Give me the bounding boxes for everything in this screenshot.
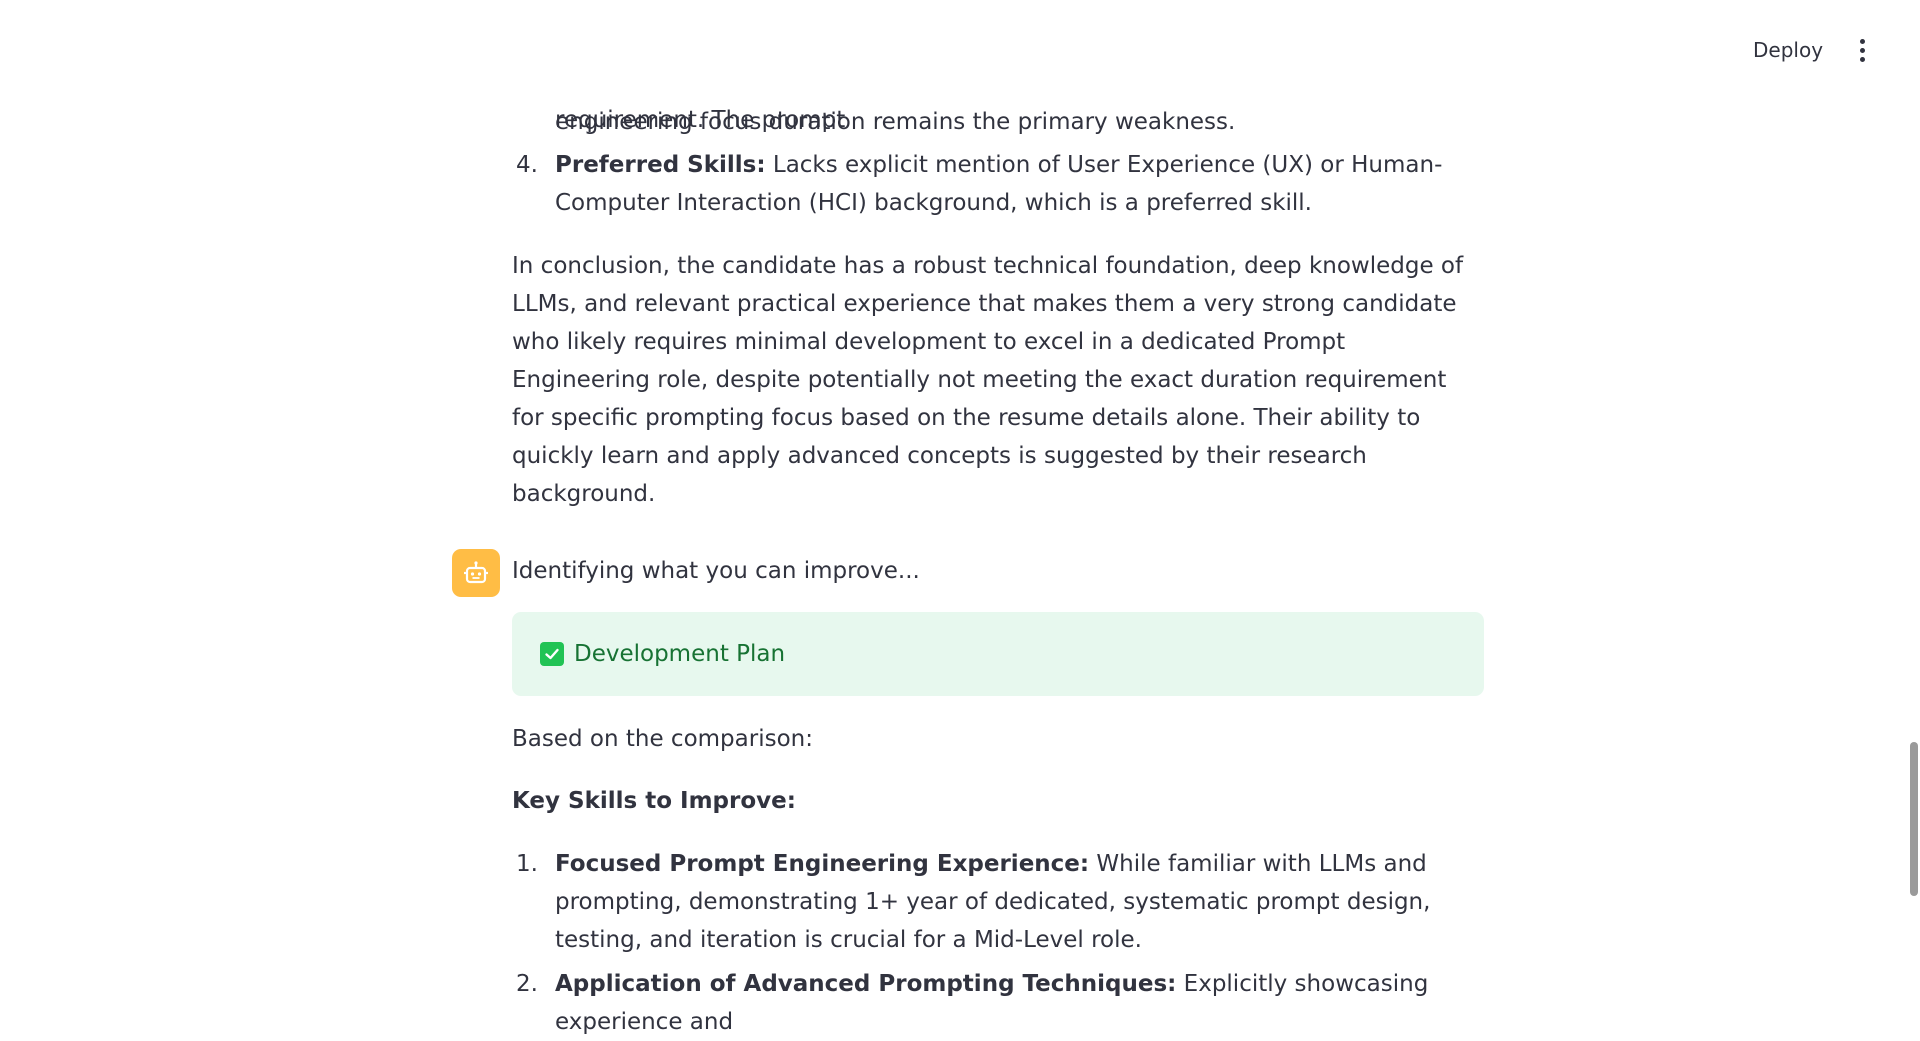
status-message: Identifying what you can improve... — [512, 558, 920, 584]
conclusion-paragraph: In conclusion, the candidate has a robus… — [512, 253, 1464, 507]
list-item-label: Preferred Skills: — [555, 152, 766, 178]
plan-heading: Key Skills to Improve: — [512, 788, 796, 814]
list-number: 2. — [516, 971, 538, 997]
list-item-label: Focused Prompt Engineering Experience: — [555, 851, 1090, 877]
deploy-button[interactable]: Deploy — [1753, 36, 1823, 64]
list-number: 4. — [516, 152, 538, 178]
list-number: 1. — [516, 851, 538, 877]
plan-intro: Based on the comparison: — [512, 726, 813, 752]
check-square-icon — [540, 642, 564, 666]
list-item-label: Application of Advanced Prompting Techni… — [555, 971, 1177, 997]
scrollbar-thumb[interactable] — [1910, 742, 1918, 896]
more-vertical-icon[interactable] — [1852, 36, 1872, 64]
status-label: Development Plan — [574, 641, 786, 667]
robot-icon — [452, 549, 500, 597]
status-container[interactable]: Development Plan — [512, 612, 1484, 696]
app-header: Deploy — [0, 0, 1920, 100]
